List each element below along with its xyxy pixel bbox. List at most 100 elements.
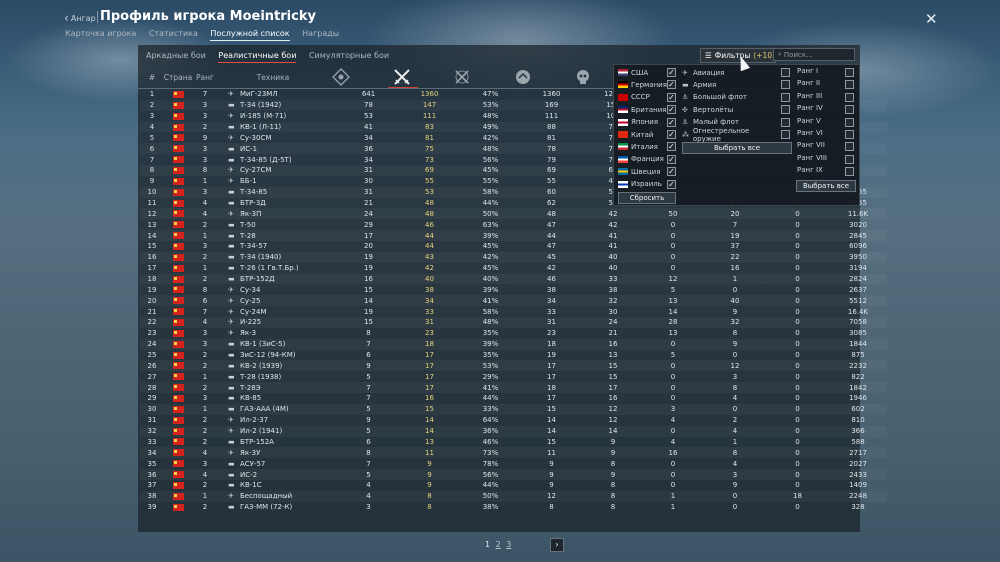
table-row[interactable]: 17 1 ▬ Т-26 (1 Гв.Т.Бр.) 19 42 45% 42 40 0 16 0 3194 xyxy=(140,263,887,274)
vehicle-type-checkbox[interactable] xyxy=(781,105,790,115)
tab-player-card[interactable]: Карточка игрока xyxy=(65,29,136,38)
rank-checkbox[interactable] xyxy=(845,130,854,139)
table-row[interactable]: 34 4 ✈ Як-3У 8 11 73% 11 9 16 8 0 2717 xyxy=(140,447,887,458)
rank-checkbox[interactable] xyxy=(845,154,854,164)
table-row[interactable]: 35 3 ▬ АСУ-57 7 9 78% 9 8 0 4 0 2027 xyxy=(140,458,887,469)
vehicle-type-filter-item[interactable]: ✣ Вертолёты xyxy=(682,104,778,115)
rank-checkbox[interactable] xyxy=(845,92,854,102)
select-all-types-button[interactable]: Выбрать все xyxy=(682,142,792,154)
table-row[interactable]: 24 3 ▬ КВ-1 (ЗиС-5) 7 18 39% 18 16 0 9 0 1844 xyxy=(140,339,887,350)
vehicle-type-checkbox[interactable] xyxy=(781,68,790,77)
close-icon[interactable]: ✕ xyxy=(925,10,938,28)
table-row[interactable]: 29 3 ▬ КВ-85 7 16 44% 17 16 0 4 0 1946 xyxy=(140,393,887,404)
tab-simulator[interactable]: Симуляторные бои xyxy=(309,51,389,60)
col-country[interactable]: Страна xyxy=(162,73,194,82)
search-input[interactable]: ⌕ Поиск... xyxy=(773,48,855,61)
country-checkbox[interactable]: ✓ xyxy=(667,117,676,127)
table-row[interactable]: 20 6 ✈ Су-25 14 34 41% 34 32 13 40 0 5512 xyxy=(140,295,887,306)
vehicle-type-checkbox[interactable] xyxy=(781,117,790,127)
country-checkbox[interactable]: ✓ xyxy=(667,142,676,152)
table-row[interactable]: 28 2 ▬ Т-28Э 7 17 41% 18 17 0 8 0 1842 xyxy=(140,382,887,393)
country-checkbox[interactable]: ✓ xyxy=(667,130,676,139)
row-stat-2: 111 xyxy=(397,111,462,122)
table-row[interactable]: 15 3 ▬ Т-34-57 20 44 45% 47 41 0 37 0 6096 xyxy=(140,241,887,252)
table-row[interactable]: 12 4 ✈ Як-3П 24 48 50% 48 42 50 20 0 11.6K xyxy=(140,208,887,219)
table-row[interactable]: 33 2 ▬ БТР-152А 6 13 46% 15 9 4 1 0 588 xyxy=(140,437,887,448)
table-row[interactable]: 23 3 ✈ Як-3 8 23 35% 23 21 13 8 0 3085 xyxy=(140,328,887,339)
table-row[interactable]: 27 1 ▬ Т-28 (1938) 5 17 29% 17 15 0 3 0 822 xyxy=(140,371,887,382)
table-row[interactable]: 31 2 ✈ Ил-2-37 9 14 64% 14 12 4 2 0 810 xyxy=(140,415,887,426)
row-stat-7: 0 xyxy=(704,284,766,295)
rank-filter-item[interactable]: Ранг III xyxy=(797,92,837,103)
tab-arcade[interactable]: Аркадные бои xyxy=(146,51,206,60)
table-row[interactable]: 37 2 ▬ КВ-1С 4 9 44% 9 8 0 9 0 1409 xyxy=(140,480,887,491)
reset-button[interactable]: Сбросить xyxy=(618,192,676,204)
country-checkbox[interactable]: ✓ xyxy=(667,154,676,164)
table-row[interactable]: 32 2 ✈ Ил-2 (1941) 5 14 36% 14 14 0 4 0 366 xyxy=(140,426,887,437)
tab-service-record[interactable]: Послужной список xyxy=(210,29,290,41)
rank-filter-item[interactable]: Ранг II xyxy=(797,79,837,90)
rank-checkbox[interactable] xyxy=(845,142,854,152)
respawns-icon[interactable] xyxy=(514,68,532,86)
col-vehicle[interactable]: Техника xyxy=(248,73,298,82)
next-page-button[interactable]: › xyxy=(550,538,564,552)
table-row[interactable]: 30 1 ▬ ГАЗ-ААА (4М) 5 15 33% 15 12 3 0 0 602 xyxy=(140,404,887,415)
table-row[interactable]: 19 8 ✈ Су-34 15 38 39% 38 38 5 0 0 2637 xyxy=(140,284,887,295)
rank-filter-item[interactable]: Ранг IX xyxy=(797,166,837,177)
table-row[interactable]: 14 1 ▬ Т-28 17 44 39% 44 41 0 19 0 2845 xyxy=(140,230,887,241)
row-stat-2-value: 55 xyxy=(425,177,434,186)
vehicle-type-checkbox[interactable] xyxy=(781,80,790,90)
ussr-flag-icon xyxy=(172,286,184,294)
country-checkbox[interactable]: ✓ xyxy=(667,92,676,102)
row-stat-6: 50 xyxy=(642,208,704,219)
country-checkbox[interactable]: ✓ xyxy=(667,105,676,115)
back-to-hangar-link[interactable]: ‹ Ангар xyxy=(64,11,96,25)
rank-filter-item[interactable]: Ранг I xyxy=(797,67,837,78)
rank-filter-item[interactable]: Ранг VI xyxy=(797,129,837,140)
rank-checkbox[interactable] xyxy=(845,117,854,127)
tab-awards[interactable]: Награды xyxy=(302,29,339,38)
rank-filter-item[interactable]: Ранг V xyxy=(797,117,837,128)
page-link[interactable]: 3 xyxy=(506,540,511,549)
table-row[interactable]: 21 7 ✈ Су-24М 19 33 58% 33 30 14 9 0 16.4K xyxy=(140,306,887,317)
rank-checkbox[interactable] xyxy=(845,167,854,177)
row-country xyxy=(164,350,192,361)
country-checkbox[interactable]: ✓ xyxy=(667,68,676,77)
table-row[interactable]: 26 2 ▬ КВ-2 (1939) 9 17 53% 17 15 0 12 0 2232 xyxy=(140,360,887,371)
winrate-icon[interactable] xyxy=(453,68,471,86)
table-row[interactable]: 39 2 ▬ ГАЗ-ММ (72-К) 3 8 38% 8 8 1 0 0 328 xyxy=(140,502,887,513)
rank-filter-item[interactable]: Ранг VII xyxy=(797,141,837,152)
row-stat-6-value: 0 xyxy=(670,264,676,273)
select-all-ranks-button[interactable]: Выбрать все xyxy=(796,180,856,192)
deaths-skull-icon[interactable] xyxy=(574,68,592,86)
vehicle-type-checkbox[interactable] xyxy=(781,130,790,139)
country-checkbox[interactable]: ✓ xyxy=(667,167,676,177)
vehicle-type-filter-item[interactable]: ▬ Армия xyxy=(682,79,778,90)
rank-filter-item[interactable]: Ранг IV xyxy=(797,104,837,115)
row-stat-4: 88 xyxy=(519,122,584,133)
row-stat-3: 48% xyxy=(462,111,519,122)
country-checkbox[interactable]: ✓ xyxy=(667,179,676,189)
vehicle-type-filter-item[interactable]: ⚓ Большой флот xyxy=(682,92,778,103)
page-link[interactable]: 2 xyxy=(496,540,501,549)
battles-icon[interactable] xyxy=(332,68,350,86)
table-row[interactable]: 18 2 ▬ БТР-152Д 16 40 40% 46 33 12 1 0 2824 xyxy=(140,274,887,285)
victories-icon[interactable] xyxy=(393,68,411,86)
vehicle-type-filter-item[interactable]: ⁂ Огнестрельное оружие xyxy=(682,127,778,143)
rank-checkbox[interactable] xyxy=(845,68,854,77)
table-row[interactable]: 16 2 ▬ Т-34 (1940) 19 43 42% 45 40 0 22 0 3950 xyxy=(140,252,887,263)
table-row[interactable]: 25 2 ▬ ЗиС-12 (94-КМ) 6 17 35% 19 13 5 0 0 875 xyxy=(140,350,887,361)
rank-checkbox[interactable] xyxy=(845,105,854,115)
rank-checkbox[interactable] xyxy=(845,80,854,90)
vehicle-type-filter-item[interactable]: ✈ Авиация xyxy=(682,67,778,78)
tab-realistic[interactable]: Реалистичные бои xyxy=(218,51,297,63)
col-rank[interactable]: Ранг xyxy=(193,73,217,82)
table-row[interactable]: 38 1 ✈ Беспощадный 4 8 50% 12 8 1 0 18 2248 xyxy=(140,491,887,502)
country-checkbox[interactable]: ✓ xyxy=(667,80,676,90)
rank-filter-item[interactable]: Ранг VIII xyxy=(797,154,837,165)
table-row[interactable]: 22 4 ✈ И-225 15 31 48% 31 24 28 32 0 7058 xyxy=(140,317,887,328)
table-row[interactable]: 36 4 ▬ ИС-2 5 9 56% 9 9 0 3 0 2433 xyxy=(140,469,887,480)
vehicle-type-checkbox[interactable] xyxy=(781,92,790,102)
table-row[interactable]: 13 2 ▬ Т-50 29 46 63% 47 42 0 7 0 3020 xyxy=(140,219,887,230)
tab-statistics[interactable]: Статистика xyxy=(149,29,198,38)
